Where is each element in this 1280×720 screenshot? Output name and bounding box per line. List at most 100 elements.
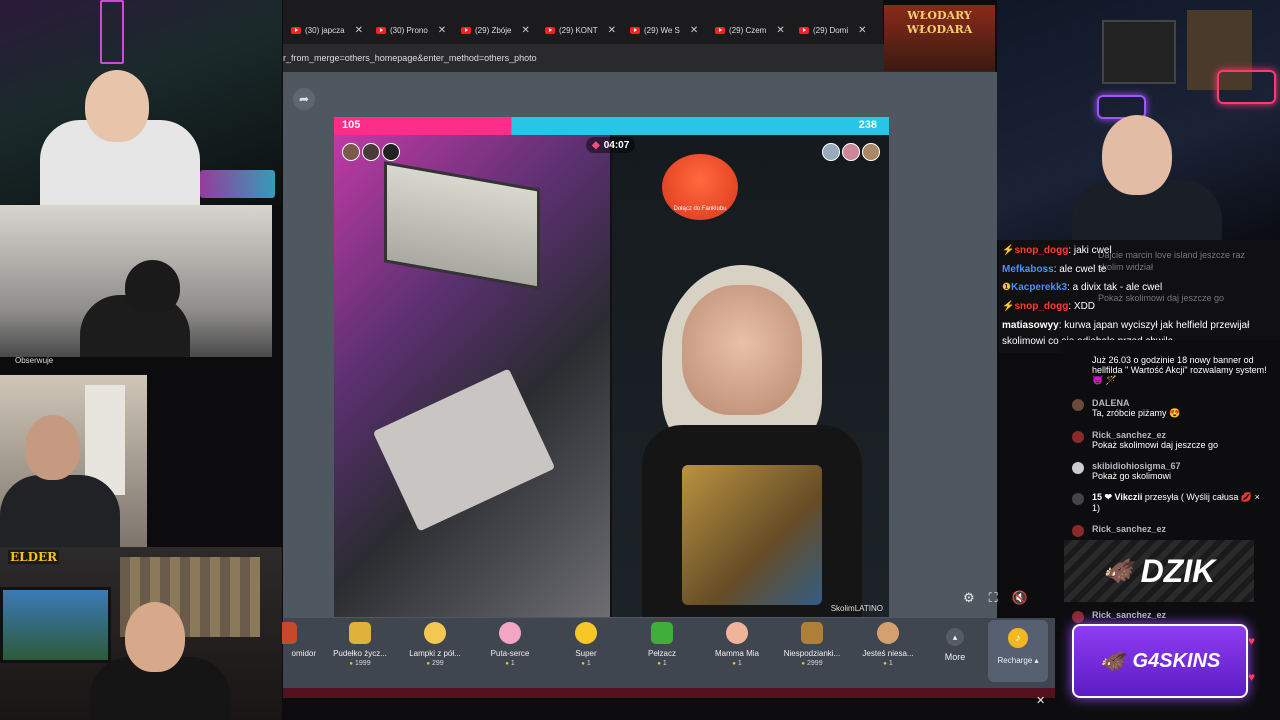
- youtube-icon: [291, 26, 301, 34]
- close-tab-icon[interactable]: ✕: [858, 25, 866, 36]
- webcam-4: [0, 547, 282, 720]
- close-tab-icon[interactable]: ✕: [608, 25, 616, 36]
- person-body: [0, 475, 120, 547]
- boar-icon: 🐗: [1099, 650, 1125, 673]
- gift-item[interactable]: Super1: [548, 622, 624, 667]
- more-gifts-button[interactable]: ▴ More: [935, 628, 975, 662]
- ghost-chat-line: Pokaż skolimowi daj jeszcze go: [1098, 293, 1225, 303]
- chat-message: Już 26.03 o godzinie 18 nowy banner od h…: [1092, 355, 1267, 385]
- webcam-1: [0, 0, 282, 205]
- avatar: [1072, 462, 1084, 474]
- recharge-button[interactable]: ♪ Recharge ▴: [988, 620, 1048, 682]
- fullscreen-icon[interactable]: ⛶: [989, 590, 998, 610]
- browser-tab[interactable]: (29) KONT ✕: [545, 20, 616, 40]
- gift-item[interactable]: Jesteś niesa...1: [850, 622, 926, 667]
- verified-icon: ⚡: [1002, 301, 1015, 312]
- webcam-2: [0, 205, 272, 357]
- chevron-up-icon: ▴: [946, 628, 964, 646]
- badge-icon: ❶: [1002, 282, 1011, 293]
- chat-message: Rick_sanchez_ez: [1072, 610, 1267, 623]
- viewer-avatar[interactable]: [362, 143, 380, 161]
- youtube-icon: [376, 26, 386, 34]
- gift-item[interactable]: Pudełko życz...1999: [322, 622, 398, 667]
- youtube-icon: [461, 26, 471, 34]
- gift-icon: [575, 622, 597, 644]
- gift-icon: [726, 622, 748, 644]
- rgb-keyboard: [200, 170, 275, 198]
- viewer-avatar[interactable]: [342, 143, 360, 161]
- person-head: [1102, 115, 1172, 195]
- chat-message: DALENA Ta, zróbcie piżamy 😍: [1072, 398, 1267, 419]
- coin-icon: ♪: [1008, 628, 1028, 648]
- gift-icon: [349, 622, 371, 644]
- mute-icon[interactable]: 🔇: [1012, 590, 1028, 610]
- close-icon[interactable]: ✕: [1036, 694, 1045, 707]
- browser-tab[interactable]: (29) Czem ✕: [715, 20, 785, 40]
- gift-icon: [651, 622, 673, 644]
- gift-item[interactable]: Puta-serce1: [472, 622, 548, 667]
- chat-message: Rick_sanchez_ez: [1072, 524, 1267, 537]
- follow-label: Obserwuje: [15, 356, 54, 365]
- wlodary-logo: WŁODARY WŁODARA: [884, 5, 995, 71]
- chat-message: matiasowyy: kurwa japan wyciszył jak hel…: [1002, 320, 1250, 331]
- wall-record: [1102, 20, 1176, 84]
- battle-score-bar: 105 238: [334, 117, 889, 135]
- live-video[interactable]: SkolimLATINO Dołącz do Fanklubu 105 238 …: [334, 117, 889, 617]
- battle-timer: ◆ 04:07: [586, 137, 636, 153]
- score-left: 105: [342, 119, 361, 131]
- chat-message: Rick_sanchez_ez Pokaż skolimowi daj jeszc…: [1072, 430, 1267, 450]
- gift-item[interactable]: Lampki z pół...299: [397, 622, 473, 667]
- streamer-face: [682, 285, 802, 415]
- chat-message: skibidiohiosigma_67 Pokaż go skolimowi: [1072, 461, 1267, 481]
- close-tab-icon[interactable]: ✕: [438, 25, 446, 36]
- close-tab-icon[interactable]: ✕: [776, 25, 784, 36]
- browser-tab[interactable]: (29) Domi ✕: [799, 20, 867, 40]
- close-tab-icon[interactable]: ✕: [355, 25, 363, 36]
- youtube-icon: [630, 26, 640, 34]
- gift-icon: [1072, 493, 1084, 505]
- youtube-icon: [799, 26, 809, 34]
- chat-message: 15 ❤ Vikczii przesyła ( Wyślij całusa 💋 …: [1072, 492, 1267, 513]
- gift-item[interactable]: Pełzacz1: [624, 622, 700, 667]
- settings-icon[interactable]: ⚙: [963, 590, 975, 610]
- gift-item[interactable]: Mamma Mia1: [699, 622, 775, 667]
- chat-message: ❶Kacperekk3: a divix tak - ale cwel: [1002, 282, 1163, 293]
- bottom-strip: [283, 688, 1055, 698]
- youtube-icon: [545, 26, 555, 34]
- browser-tab[interactable]: (30) Prono ✕: [376, 20, 446, 40]
- viewer-avatar[interactable]: [862, 143, 880, 161]
- video-left-stream: [334, 135, 610, 617]
- video-controls: ⚙ ⛶ 🔇: [963, 590, 1053, 610]
- heart-icon: ♥: [1248, 634, 1256, 648]
- score-right: 238: [858, 119, 877, 131]
- gift-item[interactable]: Niespodzianki...2999: [774, 622, 850, 667]
- video-watermark: SkolimLATINO: [830, 604, 883, 613]
- person-head: [125, 602, 185, 672]
- ghost-chat-line: Dajcie marcin love island jeszcze raz: [1098, 250, 1246, 260]
- close-tab-icon[interactable]: ✕: [690, 25, 698, 36]
- share-icon[interactable]: ➦: [293, 88, 315, 110]
- viewer-avatar[interactable]: [822, 143, 840, 161]
- browser-tab[interactable]: (30) japcza ✕: [291, 20, 363, 40]
- person-head: [85, 70, 149, 142]
- viewer-avatar[interactable]: [842, 143, 860, 161]
- browser-tab[interactable]: (29) Zbóje ✕: [461, 20, 530, 40]
- dzik-sponsor-logo: 🐗 DZIK: [1064, 540, 1254, 602]
- chat-message: ⚡snop_dogg: XDD: [1002, 301, 1096, 312]
- person-head: [125, 260, 180, 315]
- youtube-icon: [715, 26, 725, 34]
- browser-tab[interactable]: (29) We S ✕: [630, 20, 698, 40]
- laptop-image: [384, 161, 540, 290]
- chat-overlay: Dajcie marcin love island jeszcze raz sk…: [998, 240, 1280, 353]
- neon-house: [1217, 70, 1276, 104]
- boar-icon: 🐗: [1102, 557, 1133, 585]
- fanclub-badge[interactable]: Dołącz do Fanklubu: [662, 154, 738, 220]
- viewer-avatar[interactable]: [382, 143, 400, 161]
- webcam-5: [997, 0, 1280, 240]
- gift-icon: [499, 622, 521, 644]
- close-tab-icon[interactable]: ✕: [521, 25, 529, 36]
- browser-tab-bar: (30) japcza ✕ (30) Prono ✕ (29) Zbóje ✕ (29…: [283, 0, 883, 44]
- gift-icon: [801, 622, 823, 644]
- avatar: [1072, 525, 1084, 537]
- heart-icon: ♥: [1248, 670, 1256, 684]
